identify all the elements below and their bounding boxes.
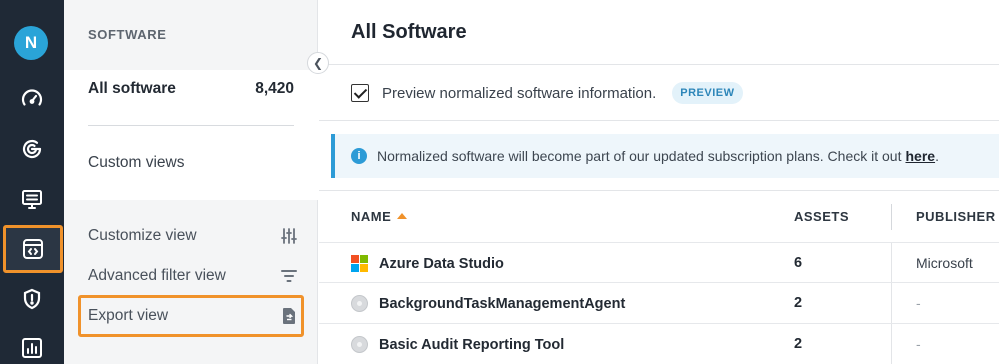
- custom-views-heading[interactable]: Custom views: [88, 154, 184, 172]
- banner-divider: [319, 190, 999, 191]
- user-avatar[interactable]: N: [14, 26, 48, 60]
- banner-text: Normalized software will become part of …: [377, 148, 902, 164]
- software-name[interactable]: BackgroundTaskManagementAgent: [379, 296, 625, 312]
- all-software-label: All software: [88, 80, 176, 97]
- sidebar-section-title: SOFTWARE: [88, 27, 167, 42]
- chevron-left-icon: ❮: [312, 56, 324, 70]
- software-code-icon[interactable]: [3, 225, 63, 273]
- sidebar-item-all-software[interactable]: All software 8,420: [88, 80, 294, 98]
- software-name[interactable]: Azure Data Studio: [379, 256, 504, 272]
- preview-checkbox[interactable]: [351, 84, 369, 102]
- software-name[interactable]: Basic Audit Reporting Tool: [379, 337, 564, 353]
- publisher-name: Microsoft: [916, 255, 973, 271]
- preview-divider: [319, 120, 999, 121]
- software-name-cell: Azure Data Studio: [351, 255, 504, 272]
- reports-chart-icon[interactable]: [14, 330, 50, 364]
- assets-count: 2: [794, 336, 803, 352]
- table-row[interactable]: BackgroundTaskManagementAgent 2 -: [319, 282, 999, 322]
- preview-label[interactable]: Preview normalized software information.: [382, 85, 656, 102]
- filter-icon: [281, 270, 297, 282]
- preview-badge: PREVIEW: [672, 82, 743, 104]
- main-content: All Software Preview normalized software…: [319, 0, 999, 364]
- column-name-header[interactable]: NAME: [351, 209, 408, 224]
- advanced-filter-view-label: Advanced filter view: [88, 267, 226, 284]
- column-separator[interactable]: [891, 204, 892, 230]
- generic-disc-icon: [351, 336, 368, 353]
- preview-toggle-row: Preview normalized software information.…: [351, 82, 743, 104]
- table-header: NAME ASSETS PUBLISHER: [319, 192, 999, 242]
- header-divider: [319, 64, 999, 65]
- sidebar-divider: [88, 125, 294, 126]
- sort-ascending-icon: [397, 213, 408, 219]
- info-icon: i: [351, 148, 367, 164]
- collapse-sidebar-button[interactable]: ❮: [307, 52, 329, 74]
- microsoft-logo-icon: [351, 255, 368, 272]
- dashboard-gauge-icon[interactable]: [14, 81, 50, 117]
- all-software-count: 8,420: [255, 80, 294, 97]
- security-shield-icon[interactable]: [14, 281, 50, 317]
- customize-view-link[interactable]: Customize view: [88, 227, 298, 245]
- column-publisher-header[interactable]: PUBLISHER: [916, 209, 996, 224]
- table-row[interactable]: Azure Data Studio 6 Microsoft: [319, 242, 999, 282]
- assets-monitor-icon[interactable]: [14, 181, 50, 217]
- publisher-name: -: [916, 295, 921, 311]
- software-name-cell: BackgroundTaskManagementAgent: [351, 295, 625, 312]
- insights-icon[interactable]: [14, 131, 50, 167]
- export-view-highlight: [78, 295, 304, 337]
- banner-here-link[interactable]: here: [905, 148, 935, 164]
- page-title: All Software: [351, 21, 467, 43]
- column-name-label: NAME: [351, 209, 392, 224]
- table-row[interactable]: Basic Audit Reporting Tool 2 -: [319, 323, 999, 363]
- assets-count: 6: [794, 255, 803, 271]
- generic-disc-icon: [351, 295, 368, 312]
- sliders-icon: [281, 228, 297, 244]
- advanced-filter-view-link[interactable]: Advanced filter view: [88, 267, 298, 285]
- info-banner: i Normalized software will become part o…: [331, 134, 999, 178]
- assets-count: 2: [794, 295, 803, 311]
- publisher-name: -: [916, 336, 921, 352]
- nav-rail: N: [0, 0, 64, 364]
- banner-suffix: .: [935, 148, 939, 164]
- software-name-cell: Basic Audit Reporting Tool: [351, 336, 564, 353]
- customize-view-label: Customize view: [88, 227, 197, 244]
- column-assets-header[interactable]: ASSETS: [794, 209, 849, 224]
